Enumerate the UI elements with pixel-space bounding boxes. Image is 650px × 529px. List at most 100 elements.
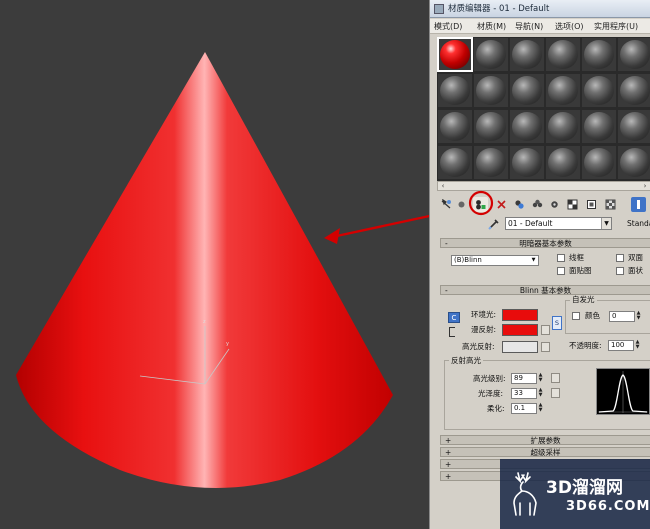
self-illumination-title: 自发光	[570, 295, 597, 304]
vertical-bar-icon	[637, 200, 640, 209]
face-map-label: 面贴图	[569, 266, 592, 275]
supersampling-rollout[interactable]: + 超级采样	[440, 447, 650, 457]
material-sphere-preview	[620, 76, 650, 105]
soften-spinner[interactable]: 0.1 ▲ ▼	[511, 403, 542, 414]
glossiness-map-button[interactable]	[551, 388, 560, 398]
sample-slot[interactable]	[618, 146, 650, 179]
sample-slot[interactable]	[582, 74, 616, 107]
eyedropper-icon[interactable]	[487, 217, 501, 231]
specular-map-button[interactable]	[541, 342, 550, 352]
menu-mode[interactable]: 模式(D)	[434, 19, 462, 34]
sample-slot[interactable]	[510, 38, 544, 71]
sample-slot[interactable]	[510, 74, 544, 107]
material-sphere-preview	[512, 40, 542, 69]
chevron-down-icon[interactable]: ▼	[601, 218, 611, 229]
spinner-arrows-icon[interactable]: ▲ ▼	[537, 373, 544, 384]
diffuse-color-swatch[interactable]	[502, 324, 538, 336]
specular-level-value: 89	[514, 374, 523, 382]
shader-basic-rollout-header[interactable]: - 明暗器基本参数	[440, 238, 650, 248]
sample-slot[interactable]	[438, 74, 472, 107]
checker-icon	[567, 199, 578, 210]
get-material-button[interactable]	[439, 197, 454, 212]
show-end-result-button[interactable]	[584, 197, 599, 212]
menu-navigation[interactable]: 导航(N)	[515, 19, 543, 34]
ambient-color-swatch[interactable]	[502, 309, 538, 321]
axis-z-label: z	[203, 319, 206, 325]
spinner-arrows-icon[interactable]: ▲ ▼	[634, 340, 641, 351]
lock-ambient-diffuse-button[interactable]: C	[448, 312, 460, 323]
specular-color-swatch[interactable]	[502, 341, 538, 353]
diffuse-map-button[interactable]	[541, 325, 550, 335]
sample-slot[interactable]	[546, 38, 580, 71]
menu-utilities[interactable]: 实用程序(U)	[594, 19, 638, 34]
faceted-checkbox[interactable]	[616, 267, 624, 275]
put-to-scene-button[interactable]	[454, 197, 469, 212]
extended-params-title: 扩展参数	[530, 436, 561, 445]
wire-checkbox[interactable]	[557, 254, 565, 262]
specular-label: 高光反射:	[462, 342, 495, 351]
menu-material[interactable]: 材质(M)	[477, 19, 506, 34]
face-map-checkbox[interactable]	[557, 267, 565, 275]
sample-slot[interactable]	[582, 38, 616, 71]
show-background-button[interactable]	[603, 197, 618, 212]
sample-slot[interactable]	[438, 146, 472, 179]
opacity-spinner[interactable]: 100 ▲ ▼	[608, 340, 639, 351]
specular-level-map-button[interactable]	[551, 373, 560, 383]
menu-bar: 模式(D) 材质(M) 导航(N) 选项(O) 实用程序(U)	[430, 19, 650, 34]
sample-slot[interactable]	[474, 74, 508, 107]
make-unique-button[interactable]	[512, 197, 527, 212]
sample-slot[interactable]	[546, 110, 580, 143]
sample-slot[interactable]	[618, 110, 650, 143]
reset-material-button[interactable]	[494, 197, 509, 212]
sample-slot[interactable]	[618, 38, 650, 71]
material-sphere-preview	[584, 112, 614, 141]
blinn-basic-rollout-header[interactable]: - Blinn 基本参数	[440, 285, 650, 295]
highlight-curve	[598, 371, 648, 413]
copy-material-icon	[515, 200, 524, 209]
supersampling-title: 超级采样	[530, 448, 561, 457]
spinner-arrows-icon[interactable]: ▲ ▼	[537, 388, 544, 399]
material-name-field[interactable]: 01 - Default ▼	[505, 217, 612, 230]
scroll-left-icon[interactable]: ‹	[438, 182, 448, 190]
sample-slot[interactable]	[582, 146, 616, 179]
self-illumination-group: 自发光 颜色 0 ▲ ▼	[565, 295, 650, 334]
opacity-value: 100	[611, 341, 625, 349]
expand-icon: +	[445, 472, 452, 481]
menu-options[interactable]: 选项(O)	[555, 19, 584, 34]
sample-slot[interactable]	[510, 146, 544, 179]
sample-slot[interactable]	[438, 110, 472, 143]
chevron-down-icon: ▼	[531, 257, 536, 263]
spinner-arrows-icon[interactable]: ▲ ▼	[537, 403, 544, 414]
sample-slot[interactable]	[510, 110, 544, 143]
material-sphere-preview	[620, 112, 650, 141]
shader-type-dropdown[interactable]: (B)Blinn ▼	[451, 255, 539, 266]
sample-slot[interactable]	[582, 110, 616, 143]
material-sphere-preview	[620, 40, 650, 69]
scroll-right-icon[interactable]: ›	[640, 182, 650, 190]
sample-slot-active[interactable]	[437, 37, 473, 72]
self-illum-color-checkbox[interactable]	[572, 312, 580, 320]
sample-slot[interactable]	[474, 110, 508, 143]
deer-logo-icon	[513, 472, 537, 516]
opacity-label: 不透明度:	[569, 341, 602, 350]
self-illum-spinner[interactable]: 0 ▲ ▼	[609, 311, 640, 322]
material-id-channel-button[interactable]	[547, 197, 562, 212]
material-type-button[interactable]: Standa	[627, 217, 650, 230]
sample-slot[interactable]	[474, 38, 508, 71]
sample-slot[interactable]	[546, 146, 580, 179]
sample-slot[interactable]	[474, 146, 508, 179]
lock-diffuse-specular-button[interactable]: S	[552, 316, 562, 330]
sample-slot[interactable]	[618, 74, 650, 107]
extended-params-rollout[interactable]: + 扩展参数	[440, 435, 650, 445]
spinner-arrows-icon[interactable]: ▲ ▼	[635, 311, 642, 322]
two-sided-checkbox[interactable]	[616, 254, 624, 262]
show-map-button[interactable]	[565, 197, 580, 212]
shader-basic-title: 明暗器基本参数	[519, 239, 572, 248]
glossiness-label: 光泽度:	[478, 389, 504, 398]
material-sphere-preview	[440, 40, 470, 69]
sample-slot[interactable]	[546, 74, 580, 107]
go-to-parent-button[interactable]	[631, 197, 646, 212]
glossiness-spinner[interactable]: 33 ▲ ▼	[511, 388, 542, 399]
specular-level-spinner[interactable]: 89 ▲ ▼	[511, 373, 542, 384]
put-to-library-button[interactable]	[530, 197, 545, 212]
